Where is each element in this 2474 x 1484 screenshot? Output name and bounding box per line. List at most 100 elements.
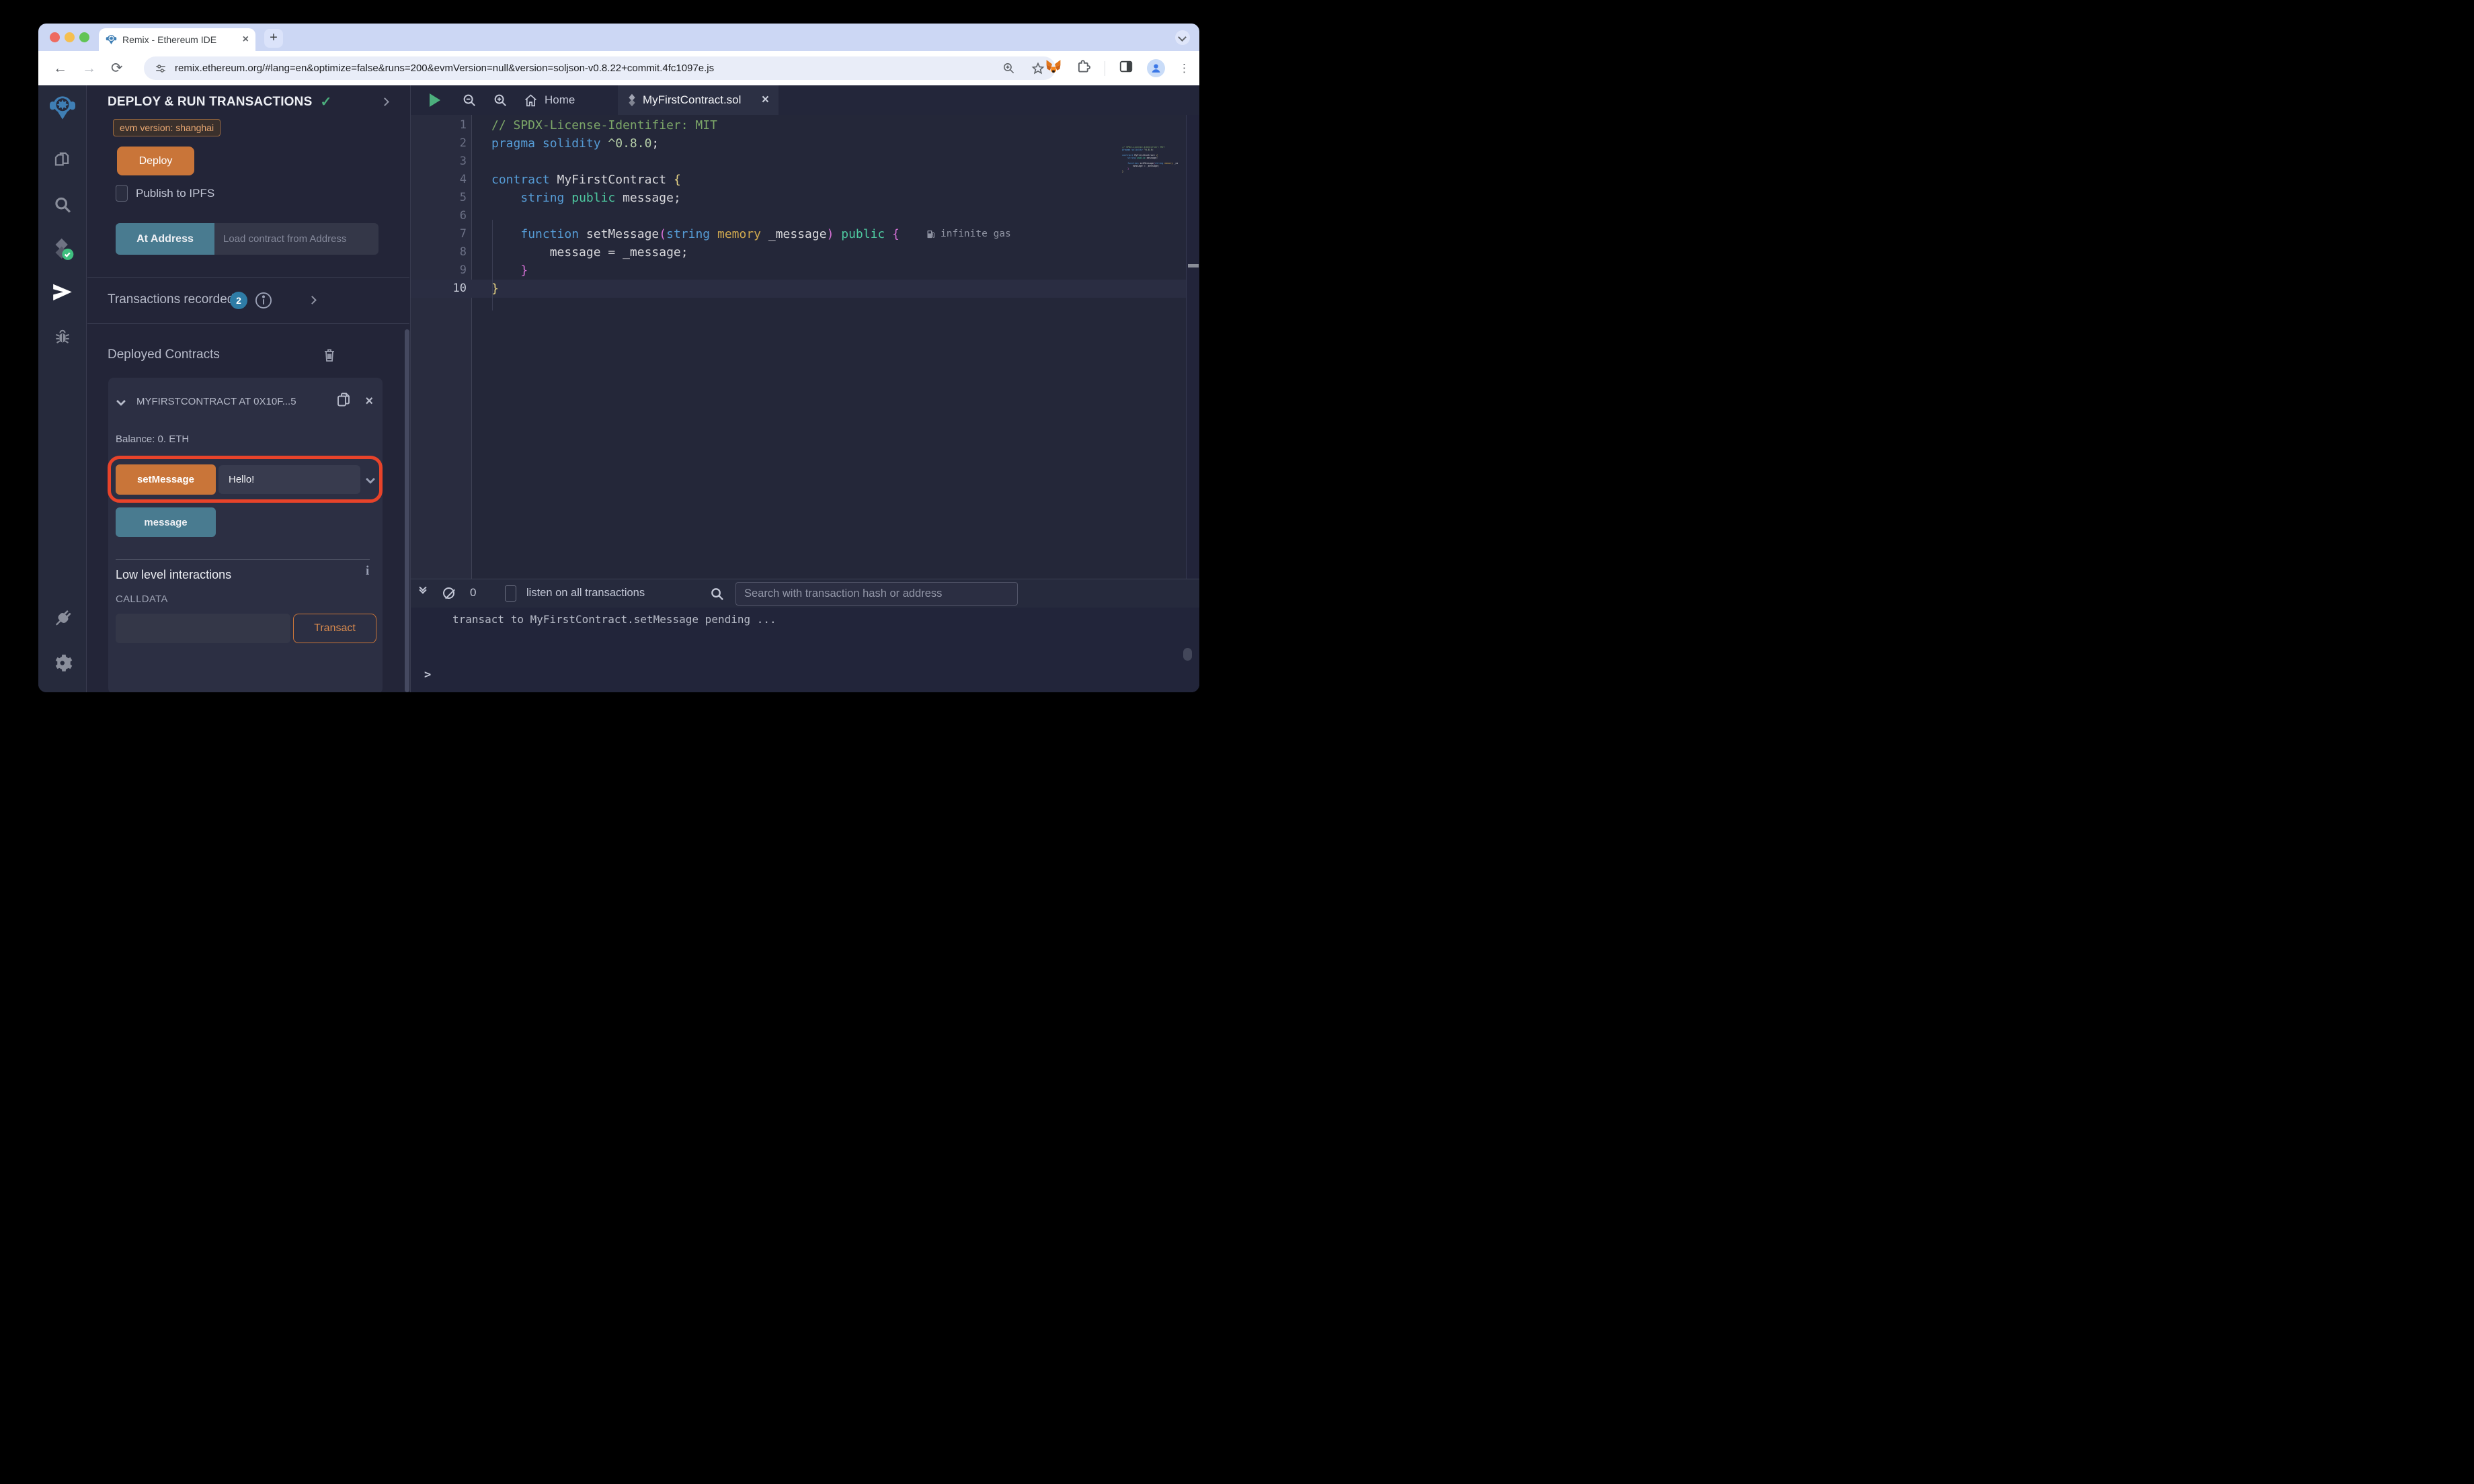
zoom-page-icon[interactable] (1002, 62, 1015, 75)
url-bar[interactable]: remix.ethereum.org/#lang=en&optimize=fal… (144, 56, 1055, 80)
browser-toolbar: ← → ⟳ remix.ethereum.org/#lang=en&optimi… (38, 51, 1199, 85)
remix-app: DEPLOY & RUN TRANSACTIONS ✓ evm version:… (38, 85, 1199, 692)
line-number: 5 (459, 191, 467, 204)
file-explorer-icon[interactable] (52, 151, 73, 174)
solidity-compiler-icon[interactable] (51, 238, 74, 264)
panel-title: DEPLOY & RUN TRANSACTIONS (108, 94, 313, 109)
zoom-in-icon[interactable] (493, 93, 508, 111)
publish-ipfs-label: Publish to IPFS (136, 187, 215, 200)
back-icon[interactable]: ← (53, 60, 67, 77)
line-number: 3 (459, 155, 467, 168)
zoom-out-icon[interactable] (462, 93, 477, 111)
contract-balance-label: Balance: 0. ETH (116, 434, 190, 445)
set-message-input[interactable] (218, 465, 360, 494)
plugin-manager-plug-icon[interactable] (52, 608, 73, 633)
desktop-background: Remix - Ethereum IDE × + ← → ⟳ remix.eth… (0, 0, 1237, 742)
calldata-input[interactable] (116, 614, 290, 643)
remove-contract-icon[interactable]: × (365, 394, 373, 409)
deploy-run-icon[interactable] (51, 283, 73, 306)
window-minimize-button[interactable] (65, 32, 75, 42)
low-level-divider (116, 559, 370, 560)
code-text: function setMessage(string memory _messa… (520, 227, 900, 241)
remix-favicon (106, 35, 117, 44)
search-icon[interactable] (52, 195, 72, 218)
remix-logo-icon[interactable] (48, 95, 77, 124)
window-close-button[interactable] (50, 32, 60, 42)
message-getter-button[interactable]: message (116, 507, 216, 537)
transactions-expand-chevron-icon[interactable] (308, 296, 317, 304)
metamask-extension-icon[interactable] (1045, 58, 1062, 79)
contract-title: MYFIRSTCONTRACT AT 0X10F...5 (136, 395, 296, 407)
line-number: 9 (459, 263, 467, 277)
site-settings-icon[interactable] (155, 63, 167, 75)
file-tab-close-icon[interactable]: × (762, 93, 769, 108)
code-line: 4 contract MyFirstContract { (411, 171, 1199, 189)
set-message-button[interactable]: setMessage (116, 464, 216, 495)
code-line: 7 function setMessage(string memory _mes… (411, 225, 1199, 243)
debugger-bug-icon[interactable] (52, 327, 73, 350)
code-text: } (491, 263, 528, 278)
code-lines: 1 // SPDX-License-Identifier: MIT 2 pragma … (411, 116, 1199, 298)
panel-collapse-chevron-icon[interactable] (381, 97, 389, 106)
code-line: 8 message = _message; (411, 243, 1199, 261)
browser-window: Remix - Ethereum IDE × + ← → ⟳ remix.eth… (38, 24, 1199, 692)
listen-all-transactions-label: listen on all transactions (526, 587, 645, 599)
tab-close-icon[interactable]: × (243, 34, 249, 46)
listen-all-transactions-checkbox[interactable] (505, 585, 516, 602)
clear-deployed-trash-icon[interactable] (321, 346, 337, 367)
code-editor[interactable]: 1 // SPDX-License-Identifier: MIT 2 pragma … (411, 115, 1199, 579)
extensions-puzzle-icon[interactable] (1076, 59, 1091, 78)
code-line: 2 pragma solidity ^0.8.0; (411, 134, 1199, 153)
run-script-play-icon[interactable] (430, 93, 440, 107)
copy-address-icon[interactable] (335, 390, 352, 412)
solidity-file-icon (629, 93, 635, 107)
terminal-search-input[interactable] (735, 582, 1018, 606)
indent-guide (492, 220, 493, 311)
terminal-output[interactable]: transact to MyFirstContract.setMessage p… (411, 608, 1199, 692)
home-icon (525, 94, 536, 106)
code-text: pragma solidity ^0.8.0; (491, 136, 660, 151)
profile-avatar[interactable] (1147, 59, 1165, 77)
low-level-info-icon[interactable]: i (366, 564, 369, 579)
line-number: 1 (459, 118, 467, 132)
side-panel-icon[interactable] (1119, 59, 1133, 77)
transactions-recorded-row[interactable]: Transactions recorded 2 (87, 277, 409, 324)
code-text: // SPDX-License-Identifier: MIT (491, 118, 717, 132)
reload-icon[interactable]: ⟳ (111, 60, 123, 77)
editor-minimap[interactable]: // SPDX-License-Identifier: MIT pragma so… (1122, 146, 1178, 188)
transactions-info-icon[interactable] (254, 291, 273, 313)
tab-myfirstcontract-sol[interactable]: MyFirstContract.sol × (618, 85, 779, 115)
transactions-count-badge: 2 (230, 292, 247, 309)
deploy-button[interactable]: Deploy (117, 147, 194, 175)
line-number: 4 (459, 173, 467, 186)
at-address-button[interactable]: At Address (116, 223, 214, 255)
url-text: remix.ethereum.org/#lang=en&optimize=fal… (175, 63, 715, 74)
panel-scrollbar[interactable] (405, 329, 409, 692)
line-number: 2 (459, 136, 467, 150)
contract-expand-chevron-icon[interactable] (116, 396, 126, 407)
line-number: 7 (459, 227, 467, 241)
forward-icon[interactable]: → (82, 60, 96, 77)
code-line: 9 } (411, 261, 1199, 280)
transact-button[interactable]: Transact (293, 614, 376, 643)
terminal-scrollbar-thumb[interactable] (1183, 648, 1192, 661)
terminal-toolbar: 0 listen on all transactions (411, 579, 1199, 608)
tab-home[interactable]: Home (524, 85, 575, 115)
at-address-input[interactable] (214, 223, 378, 255)
publish-ipfs-checkbox[interactable] (116, 185, 128, 202)
terminal-prompt: > (424, 668, 432, 682)
terminal-collapse-icon[interactable] (419, 583, 427, 594)
tab-search-chevron-icon[interactable] (1175, 30, 1190, 45)
overview-ruler[interactable] (1186, 115, 1199, 579)
code-text: string public message; (520, 191, 681, 205)
browser-menu-kebab-icon[interactable]: ⋮ (1179, 63, 1190, 74)
transactions-recorded-label: Transactions recorded (108, 292, 235, 306)
deployed-contract-row[interactable]: MYFIRSTCONTRACT AT 0X10F...5 × (108, 378, 383, 425)
line-number: 10 (452, 282, 467, 295)
clear-console-icon[interactable] (443, 587, 454, 599)
window-zoom-button[interactable] (79, 32, 89, 42)
infinite-gas-annotation: infinite gas (926, 225, 1011, 243)
new-tab-button[interactable]: + (264, 29, 283, 48)
settings-gear-icon[interactable] (52, 653, 73, 677)
browser-tab[interactable]: Remix - Ethereum IDE × (99, 28, 255, 51)
